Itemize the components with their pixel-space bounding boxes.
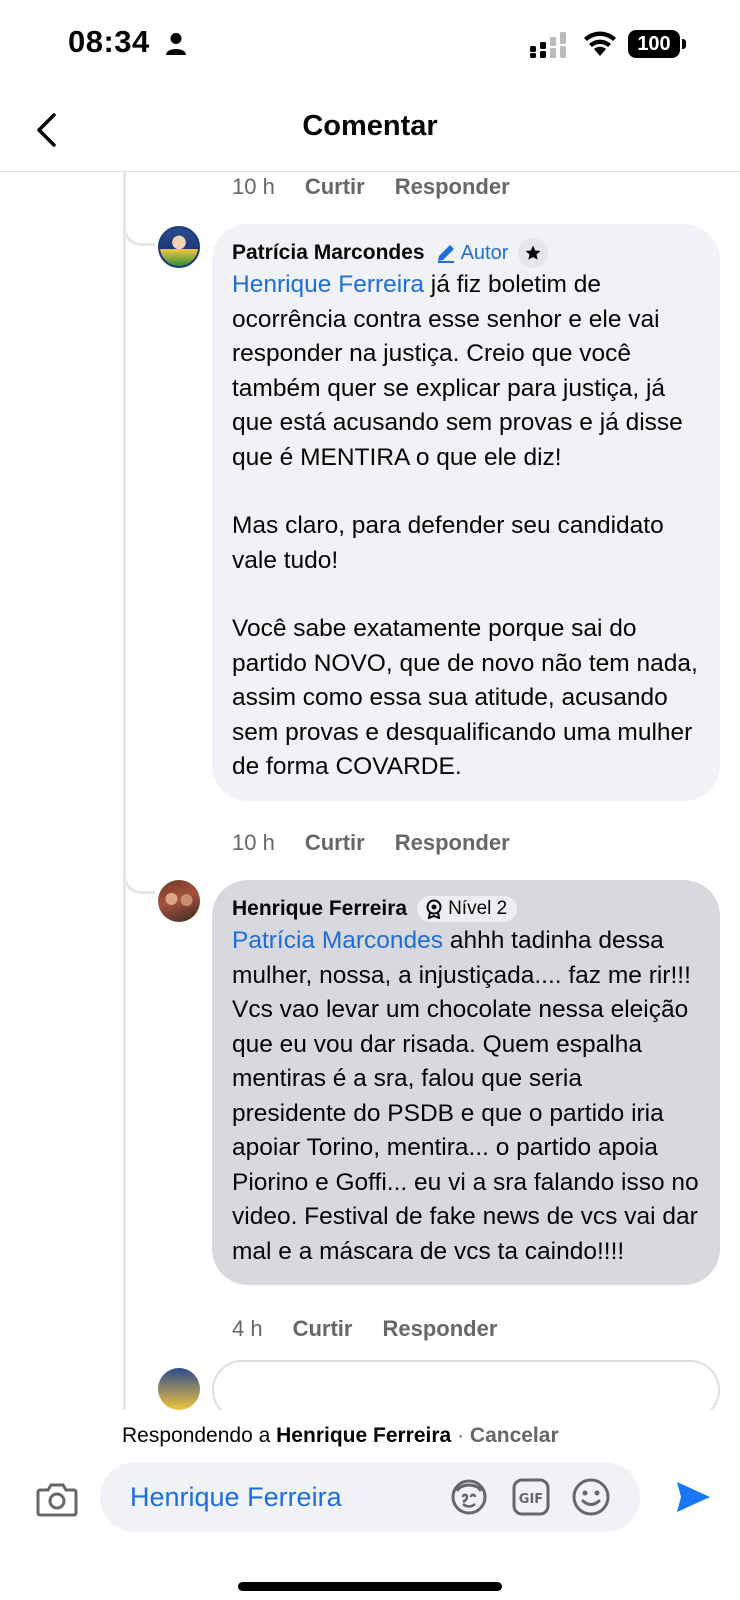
level-badge-label: Nível 2	[448, 898, 508, 919]
comment-bubble[interactable]: Patrícia Marcondes Autor Henrique Ferrei…	[212, 224, 720, 801]
avatar	[158, 1368, 200, 1410]
person-icon	[166, 33, 186, 55]
reply-button[interactable]: Responder	[382, 1316, 497, 1342]
wifi-icon	[584, 31, 616, 56]
reply-button[interactable]: Responder	[395, 830, 510, 856]
like-button[interactable]: Curtir	[293, 1316, 353, 1342]
pencil-icon	[437, 245, 454, 263]
camera-button[interactable]	[34, 1476, 80, 1522]
mention-link[interactable]: Patrícia Marcondes	[232, 927, 443, 954]
comment-author[interactable]: Henrique Ferreira	[232, 897, 407, 921]
author-badge-label: Autor	[460, 241, 509, 264]
comment-header: Henrique Ferreira Nível 2	[232, 894, 700, 924]
comment-text: Patrícia Marcondes ahhh tadinha dessa mu…	[232, 924, 700, 1269]
svg-text:GIF: GIF	[519, 1492, 543, 1507]
comment-paragraph: ahhh tadinha dessa mulher, nossa, a inju…	[232, 927, 699, 1265]
comment-time: 4 h	[232, 1316, 263, 1341]
reply-bar: Respondendo a Henrique Ferreira · Cancel…	[0, 1410, 740, 1600]
camera-icon	[36, 1483, 78, 1517]
comment-time: 10 h	[232, 830, 275, 855]
comment-paragraph: Mas claro, para defender seu candidato v…	[232, 512, 664, 574]
battery-tip	[682, 39, 686, 49]
comment-header: Patrícia Marcondes Autor	[232, 238, 700, 268]
avatar-sticker-button[interactable]	[448, 1476, 490, 1518]
comment-meta: 10 h Curtir Responder	[232, 830, 510, 856]
battery-level: 100	[628, 30, 680, 58]
reply-button[interactable]: Responder	[395, 174, 510, 200]
status-time: 08:34	[68, 24, 150, 59]
top-fan-badge	[518, 238, 549, 268]
level-badge: Nível 2	[417, 896, 518, 922]
send-icon	[677, 1482, 710, 1512]
signal-icon	[530, 32, 566, 58]
replying-to-name: Henrique Ferreira	[276, 1424, 452, 1447]
cancel-reply-button[interactable]: Cancelar	[470, 1424, 559, 1447]
emoji-icon	[572, 1478, 610, 1516]
author-badge: Autor	[435, 241, 509, 265]
avatar-sticker-icon	[451, 1479, 487, 1515]
gif-button[interactable]: GIF	[510, 1476, 552, 1518]
comment-thread[interactable]: 10 h Curtir Responder Patrícia Marcondes…	[0, 172, 740, 1410]
like-button[interactable]: Curtir	[305, 830, 365, 856]
replying-prefix: Respondendo a	[122, 1424, 271, 1447]
comment-author[interactable]: Patrícia Marcondes	[232, 241, 425, 265]
comment-time: 10 h	[232, 174, 275, 199]
comment-meta: 4 h Curtir Responder	[232, 1316, 497, 1342]
send-button[interactable]	[670, 1474, 716, 1520]
gif-icon: GIF	[512, 1478, 550, 1516]
comment-paragraph: Você sabe exatamente porque sai do parti…	[232, 615, 698, 780]
like-button[interactable]: Curtir	[305, 174, 365, 200]
next-comment-preview	[212, 1360, 720, 1410]
thread-line	[123, 172, 126, 1410]
comment-text: Henrique Ferreira já fiz boletim de ocor…	[232, 268, 700, 785]
avatar[interactable]	[158, 226, 200, 268]
thread-connector	[123, 216, 155, 246]
star-icon	[525, 245, 541, 260]
mention-link[interactable]: Henrique Ferreira	[232, 271, 424, 298]
thread-connector	[123, 864, 155, 894]
comment-paragraph: já fiz boletim de ocorrência contra esse…	[232, 271, 683, 471]
status-bar: 08:34 100	[0, 0, 740, 88]
emoji-button[interactable]	[570, 1476, 612, 1518]
home-indicator	[238, 1582, 502, 1591]
page-title: Comentar	[302, 110, 438, 142]
comment-bubble[interactable]: Henrique Ferreira Nível 2 Patrícia Marco…	[212, 880, 720, 1285]
battery-indicator: 100	[628, 30, 686, 58]
badge-icon	[426, 899, 442, 919]
avatar[interactable]	[158, 880, 200, 922]
comment-input-value[interactable]: Henrique Ferreira	[130, 1482, 342, 1513]
comment-input[interactable]: Henrique Ferreira GIF	[100, 1462, 640, 1532]
replying-to-label: Respondendo a Henrique Ferreira · Cancel…	[122, 1424, 559, 1448]
previous-comment-meta: 10 h Curtir Responder	[232, 174, 510, 200]
header: Comentar	[0, 88, 740, 172]
separator: ·	[457, 1424, 465, 1447]
